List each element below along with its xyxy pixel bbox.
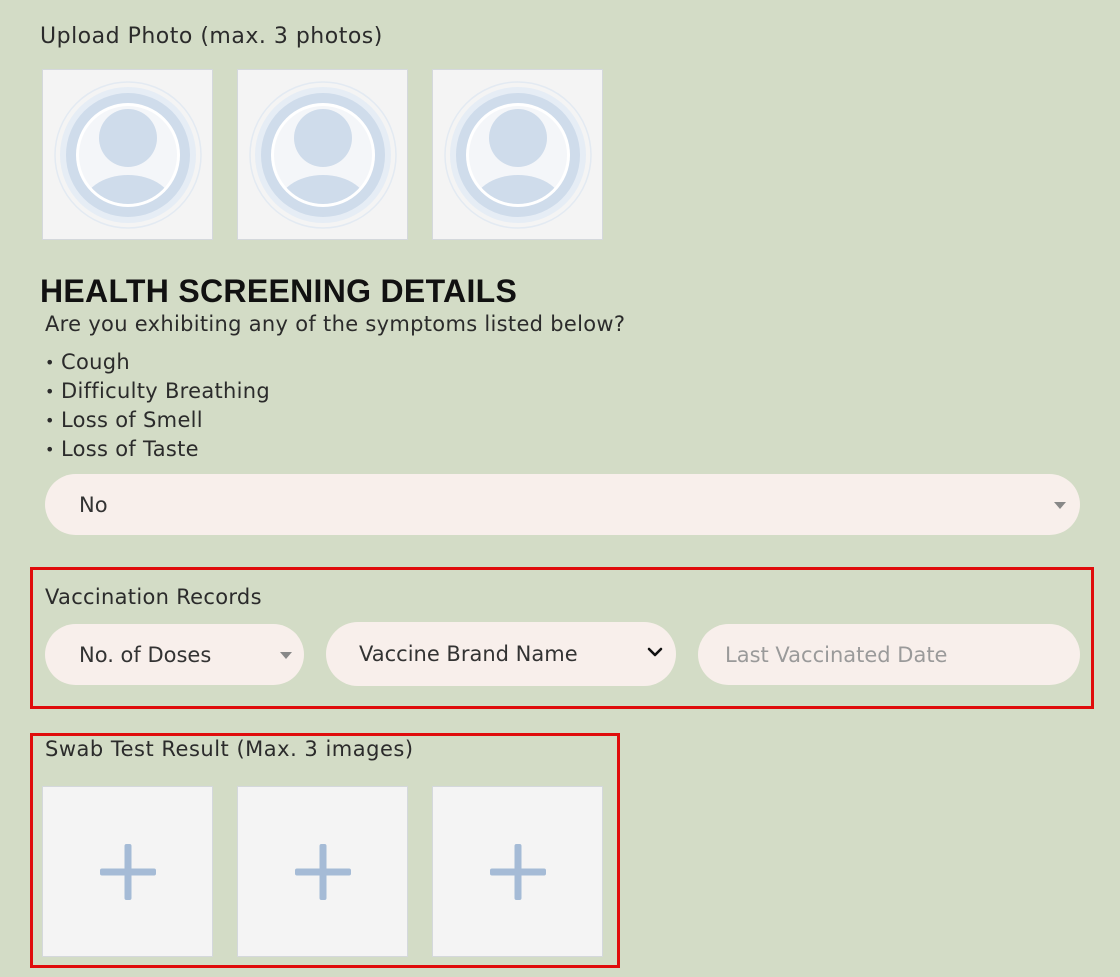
health-screening-heading: HEALTH SCREENING DETAILS [40, 273, 518, 309]
vaccine-brand-select[interactable]: Vaccine Brand Name [326, 622, 676, 686]
last-vaccinated-date-placeholder: Last Vaccinated Date [725, 642, 948, 667]
symptom-item: Loss of Smell [45, 406, 270, 435]
vaccine-brand-value: Vaccine Brand Name [359, 642, 578, 666]
symptoms-answer-value: No [79, 492, 108, 517]
symptoms-answer-select[interactable]: No [45, 474, 1080, 535]
avatar-placeholder-icon [248, 80, 397, 229]
doses-select[interactable]: No. of Doses [45, 624, 304, 685]
swab-slot-1[interactable] [42, 786, 213, 957]
swab-upload-row [42, 786, 627, 957]
symptoms-question: Are you exhibiting any of the symptoms l… [45, 312, 626, 336]
symptom-list: Cough Difficulty Breathing Loss of Smell… [45, 348, 270, 464]
caret-down-icon [1054, 502, 1066, 509]
swab-test-label: Swab Test Result (Max. 3 images) [45, 737, 414, 761]
symptom-item: Difficulty Breathing [45, 377, 270, 406]
avatar-placeholder-icon [443, 80, 592, 229]
last-vaccinated-date-input[interactable]: Last Vaccinated Date [698, 624, 1080, 685]
plus-icon [99, 843, 156, 900]
photo-upload-row [42, 69, 627, 240]
plus-icon [489, 843, 546, 900]
photo-slot-1[interactable] [42, 69, 213, 240]
vaccination-records-label: Vaccination Records [45, 585, 262, 609]
doses-select-value: No. of Doses [79, 642, 212, 667]
chevron-down-icon [647, 647, 663, 657]
caret-down-icon [280, 652, 292, 659]
photo-slot-2[interactable] [237, 69, 408, 240]
swab-slot-3[interactable] [432, 786, 603, 957]
symptom-item: Loss of Taste [45, 435, 270, 464]
symptom-item: Cough [45, 348, 270, 377]
swab-slot-2[interactable] [237, 786, 408, 957]
photo-slot-3[interactable] [432, 69, 603, 240]
upload-photo-label: Upload Photo (max. 3 photos) [40, 24, 383, 49]
plus-icon [294, 843, 351, 900]
avatar-placeholder-icon [53, 80, 202, 229]
